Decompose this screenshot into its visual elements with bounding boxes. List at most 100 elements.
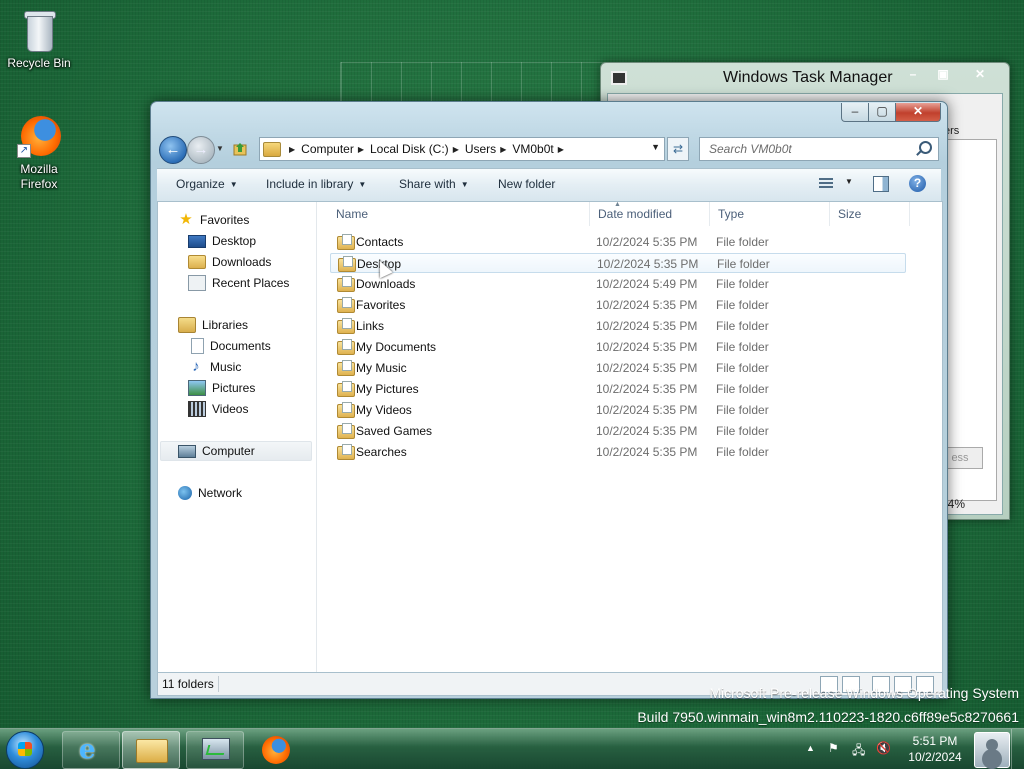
firefox-label: Mozilla Firefox [20, 162, 58, 191]
file-row[interactable]: My Documents 10/2/2024 5:35 PM File folder [330, 337, 906, 357]
clock[interactable]: 5:51 PM 10/2/2024 [900, 733, 970, 765]
taskbar-firefox[interactable] [248, 731, 304, 767]
folder-icon [337, 381, 355, 397]
maximize-button[interactable]: ▢ [869, 103, 896, 122]
breadcrumb-users[interactable]: Users [465, 142, 496, 156]
nav-item-desktop[interactable]: Desktop [188, 231, 256, 251]
breadcrumb-local-disk[interactable]: Local Disk (C:) [370, 142, 449, 156]
nav-item-recent-places[interactable]: Recent Places [188, 273, 289, 293]
file-name: My Documents [356, 340, 437, 354]
folder-icon [337, 339, 355, 355]
search-input[interactable] [707, 138, 911, 160]
window-controls: – ▢ ✕ [841, 103, 941, 122]
firefox-icon [262, 736, 290, 764]
nav-computer[interactable]: Computer [160, 441, 312, 461]
chevron-right-icon[interactable]: ▶ [558, 145, 564, 154]
preview-pane-icon[interactable] [873, 176, 889, 192]
breadcrumb: Computer ▶ Local Disk (C:) ▶ Users ▶ VM0b0t… [301, 142, 570, 156]
show-desktop-button[interactable] [1011, 729, 1024, 769]
file-name: My Music [356, 361, 407, 375]
start-button[interactable] [6, 731, 44, 769]
file-row[interactable]: Favorites 10/2/2024 5:35 PM File folder [330, 295, 906, 315]
file-row[interactable]: My Music 10/2/2024 5:35 PM File folder [330, 358, 906, 378]
file-row[interactable]: Saved Games 10/2/2024 5:35 PM File folder [330, 421, 906, 441]
share-with-label: Share with [399, 177, 456, 191]
column-header-name[interactable]: Name [328, 202, 590, 226]
taskbar-task-manager[interactable] [186, 731, 244, 769]
file-row[interactable]: Desktop 10/2/2024 5:35 PM File folder [330, 253, 906, 273]
close-button[interactable]: ✕ [896, 103, 941, 122]
share-with-button[interactable]: Share with ▼ [399, 177, 469, 191]
column-header-date-modified[interactable]: Date modified [590, 202, 710, 226]
network-tray-icon[interactable]: 🖧 [852, 741, 865, 762]
recycle-bin-icon [23, 8, 56, 52]
user-account-icon[interactable] [974, 732, 1010, 768]
change-view-icon[interactable] [819, 178, 833, 190]
explorer-window[interactable]: – ▢ ✕ ← → ▼ ▶ Computer ▶ Local Disk (C:) ▶… [150, 101, 948, 699]
file-row[interactable]: Downloads 10/2/2024 5:49 PM File folder [330, 274, 906, 294]
clock-date: 10/2/2024 [908, 750, 962, 764]
nav-item-downloads[interactable]: Downloads [188, 252, 271, 272]
folder-icon [263, 141, 281, 157]
chevron-right-icon[interactable]: ▶ [500, 145, 506, 154]
file-name: Contacts [356, 235, 404, 249]
maximize-button[interactable]: ▣ [931, 66, 955, 82]
nav-network[interactable]: Network [178, 483, 242, 503]
view-options-chevron-icon[interactable]: ▼ [845, 177, 853, 186]
address-bar[interactable]: ▶ Computer ▶ Local Disk (C:) ▶ Users ▶ VM0b… [259, 137, 665, 161]
nav-item-music[interactable]: ♪ Music [188, 357, 241, 377]
background-window-ghost [340, 62, 612, 106]
nav-libraries[interactable]: Libraries [178, 315, 248, 335]
content-area: ★ Favorites Desktop Downloads Recent Plac… [157, 201, 943, 673]
file-type: File folder [716, 319, 769, 333]
chevron-down-icon: ▼ [460, 180, 469, 189]
address-dropdown-icon[interactable]: ▼ [651, 142, 660, 152]
file-date: 10/2/2024 5:35 PM [596, 235, 698, 249]
desktop-icon [188, 234, 206, 248]
breadcrumb-computer[interactable]: Computer [301, 142, 354, 156]
search-box[interactable] [699, 137, 939, 161]
search-icon[interactable] [919, 141, 932, 154]
up-folder-icon[interactable] [232, 141, 248, 157]
volume-muted-icon[interactable]: 🔇 [876, 741, 891, 755]
folder-icon [337, 423, 355, 439]
action-center-flag-icon[interactable]: ⚑ [828, 741, 839, 755]
show-hidden-icons-icon[interactable]: ▲ [806, 743, 815, 753]
file-row[interactable]: Contacts 10/2/2024 5:35 PM File folder [330, 232, 906, 252]
file-name: My Pictures [356, 382, 419, 396]
minimize-button[interactable]: – [841, 103, 869, 122]
help-icon[interactable]: ? [909, 175, 926, 192]
close-button[interactable]: ✕ [963, 66, 997, 82]
file-row[interactable]: Searches 10/2/2024 5:35 PM File folder [330, 442, 906, 462]
back-button[interactable]: ← [159, 136, 187, 164]
column-header-type[interactable]: Type [710, 202, 830, 226]
include-in-library-button[interactable]: Include in library ▼ [266, 177, 366, 191]
taskbar-windows-explorer[interactable] [122, 731, 180, 769]
recent-pages-chevron-icon[interactable]: ▼ [216, 144, 224, 153]
breadcrumb-user-folder[interactable]: VM0b0t [512, 142, 553, 156]
forward-button[interactable]: → [187, 136, 215, 164]
nav-item-documents[interactable]: Documents [188, 336, 271, 356]
file-date: 10/2/2024 5:35 PM [596, 340, 698, 354]
desktop-icon-recycle-bin[interactable]: Recycle Bin [1, 8, 77, 71]
nav-item-pictures[interactable]: Pictures [188, 378, 255, 398]
file-row[interactable]: Links 10/2/2024 5:35 PM File folder [330, 316, 906, 336]
libraries-icon [178, 317, 196, 333]
taskbar-internet-explorer[interactable]: e [62, 731, 120, 769]
nav-item-videos[interactable]: Videos [188, 399, 248, 419]
nav-libraries-label: Libraries [202, 318, 249, 332]
file-row[interactable]: My Videos 10/2/2024 5:35 PM File folder [330, 400, 906, 420]
music-icon: ♪ [192, 358, 200, 375]
refresh-button[interactable]: ⇄ [667, 137, 689, 161]
chevron-right-icon[interactable]: ▶ [453, 145, 459, 154]
organize-button[interactable]: Organize ▼ [176, 177, 238, 191]
status-divider [218, 676, 219, 692]
new-folder-button[interactable]: New folder [498, 177, 555, 191]
file-row[interactable]: My Pictures 10/2/2024 5:35 PM File folder [330, 379, 906, 399]
nav-favorites[interactable]: ★ Favorites [178, 210, 249, 230]
column-header-size[interactable]: Size [830, 202, 910, 226]
minimize-button[interactable]: – [901, 66, 925, 82]
desktop-icon-firefox[interactable]: ↗ Mozilla Firefox [1, 114, 77, 192]
chevron-right-icon[interactable]: ▶ [358, 145, 364, 154]
breadcrumb-root-chevron[interactable]: ▶ [285, 145, 301, 154]
